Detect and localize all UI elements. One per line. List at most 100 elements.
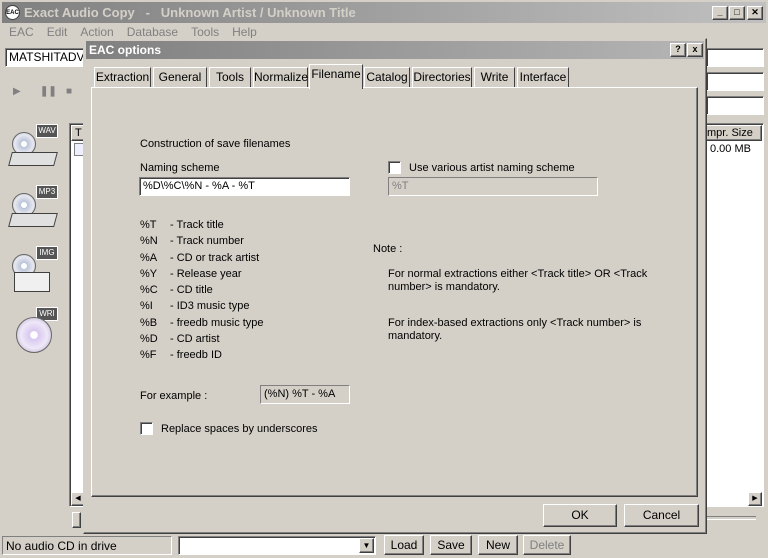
various-artist-checkbox[interactable] — [388, 161, 401, 174]
app-icon: EAC — [5, 5, 20, 20]
naming-scheme-input[interactable]: %D\%C\%N - %A - %T — [139, 177, 350, 196]
placeholder-desc: - CD title — [170, 284, 213, 296]
load-button[interactable]: Load — [384, 535, 424, 555]
close-icon: x — [692, 44, 698, 54]
replace-spaces-label: Replace spaces by underscores — [161, 423, 318, 435]
naming-scheme-label: Naming scheme — [140, 162, 220, 174]
placeholder-code: %A — [140, 252, 158, 264]
placeholder-code: %N — [140, 235, 158, 247]
ok-button[interactable]: OK — [543, 504, 617, 527]
placeholder-desc: - Release year — [170, 268, 242, 280]
dialog-close-button[interactable]: x — [687, 43, 703, 57]
mp3-icon-label: MP3 — [36, 185, 58, 199]
mp3-copy-icon[interactable]: MP3 — [8, 185, 58, 229]
tab-tools[interactable]: Tools — [209, 67, 251, 87]
wav-icon-label: WAV — [36, 124, 58, 138]
example-output: (%N) %T - %A — [260, 385, 350, 404]
tab-general[interactable]: General — [153, 67, 207, 87]
tab-write[interactable]: Write — [474, 67, 515, 87]
placeholder-row: %B - freedb music type — [140, 317, 264, 329]
placeholder-desc: - CD or track artist — [170, 252, 260, 264]
help-icon: ? — [675, 44, 681, 54]
delete-button[interactable]: Delete — [523, 535, 571, 555]
col-header-size[interactable]: mpr. Size — [706, 125, 762, 141]
new-button[interactable]: New — [478, 535, 518, 555]
tab-filename[interactable]: Filename — [309, 64, 363, 89]
volume-slider-track[interactable] — [706, 516, 756, 520]
placeholder-row: %T - Track title — [140, 219, 224, 231]
replace-spaces-checkbox[interactable] — [140, 422, 153, 435]
placeholder-row: %D - CD artist — [140, 333, 220, 345]
scroll-right-button[interactable]: ▶ — [748, 492, 762, 506]
menu-action[interactable]: Action — [80, 25, 113, 39]
col-size-label: mpr. Size — [707, 127, 753, 139]
placeholder-desc: - Track title — [170, 219, 224, 231]
various-artist-value: %T — [392, 180, 409, 192]
write-cd-icon[interactable]: WRI — [10, 307, 58, 353]
img-icon-label: IMG — [36, 246, 58, 260]
dialog-title: EAC options — [89, 43, 161, 57]
minimize-button[interactable]: _ — [712, 6, 728, 20]
maximize-button[interactable]: □ — [729, 6, 745, 20]
various-artist-label: Use various artist naming scheme — [409, 162, 575, 174]
placeholder-code: %C — [140, 284, 158, 296]
wav-copy-icon[interactable]: WAV — [8, 124, 58, 168]
placeholder-desc: - ID3 music type — [170, 300, 250, 312]
tab-catalog[interactable]: Catalog — [364, 67, 410, 87]
status-bar-text-area: No audio CD in drive — [2, 536, 172, 555]
right-field-1[interactable] — [706, 48, 764, 67]
placeholder-row: %F - freedb ID — [140, 349, 222, 361]
menu-bar: EAC Edit Action Database Tools Help — [9, 25, 270, 39]
placeholder-row: %N - Track number — [140, 235, 244, 247]
pause-icon[interactable]: ❚❚ — [40, 86, 57, 97]
placeholder-desc: - freedb ID — [170, 349, 222, 361]
note-label: Note : — [373, 243, 403, 255]
placeholder-code: %F — [140, 349, 157, 361]
drive-select[interactable]: MATSHITADVD — [5, 48, 85, 67]
placeholder-desc: - Track number — [170, 235, 244, 247]
example-value: (%N) %T - %A — [264, 388, 336, 400]
tab-interface[interactable]: Interface — [517, 67, 569, 87]
left-slider-handle[interactable] — [72, 512, 81, 528]
cancel-button[interactable]: Cancel — [624, 504, 699, 527]
help-button[interactable]: ? — [670, 43, 686, 57]
chevron-down-icon[interactable]: ▼ — [359, 538, 374, 553]
placeholder-code: %D — [140, 333, 158, 345]
main-window-title: Exact Audio Copy - Unknown Artist / Unkn… — [24, 5, 356, 20]
right-field-3[interactable] — [706, 96, 764, 115]
profile-select[interactable]: ▼ — [178, 536, 376, 555]
close-button[interactable]: ✕ — [747, 6, 763, 20]
menu-eac[interactable]: EAC — [9, 25, 34, 39]
placeholder-code: %B — [140, 317, 158, 329]
placeholder-code: %I — [140, 300, 153, 312]
placeholder-code: %T — [140, 219, 157, 231]
section-title: Construction of save filenames — [140, 138, 291, 150]
save-button[interactable]: Save — [430, 535, 472, 555]
various-artist-input: %T — [388, 177, 598, 196]
placeholder-row: %Y - Release year — [140, 268, 242, 280]
note-index-extractions: For index-based extractions only <Track … — [388, 317, 642, 342]
drive-select-value: MATSHITADVD — [9, 50, 85, 64]
menu-edit[interactable]: Edit — [47, 25, 68, 39]
menu-tools[interactable]: Tools — [191, 25, 219, 39]
placeholder-code: %Y — [140, 268, 158, 280]
menu-database[interactable]: Database — [127, 25, 178, 39]
naming-scheme-value: %D\%C\%N - %A - %T — [143, 180, 255, 192]
placeholder-row: %C - CD title — [140, 284, 213, 296]
tab-normalize[interactable]: Normalize — [253, 67, 308, 87]
stop-icon[interactable]: ■ — [66, 86, 72, 97]
status-text: No audio CD in drive — [6, 539, 117, 553]
note-normal-extractions: For normal extractions either <Track tit… — [388, 268, 648, 293]
placeholder-desc: - CD artist — [170, 333, 220, 345]
image-copy-icon[interactable]: IMG — [10, 246, 58, 292]
dialog-titlebar: EAC options ? x — [86, 41, 704, 59]
right-field-2[interactable] — [706, 72, 764, 91]
example-label: For example : — [140, 390, 208, 402]
placeholder-row: %A - CD or track artist — [140, 252, 259, 264]
play-icon[interactable]: ▶ — [13, 86, 21, 97]
placeholder-desc: - freedb music type — [170, 317, 264, 329]
main-titlebar: EAC Exact Audio Copy - Unknown Artist / … — [2, 2, 766, 23]
tab-directories[interactable]: Directories — [412, 67, 472, 87]
tab-extraction[interactable]: Extraction — [94, 67, 151, 87]
menu-help[interactable]: Help — [232, 25, 257, 39]
